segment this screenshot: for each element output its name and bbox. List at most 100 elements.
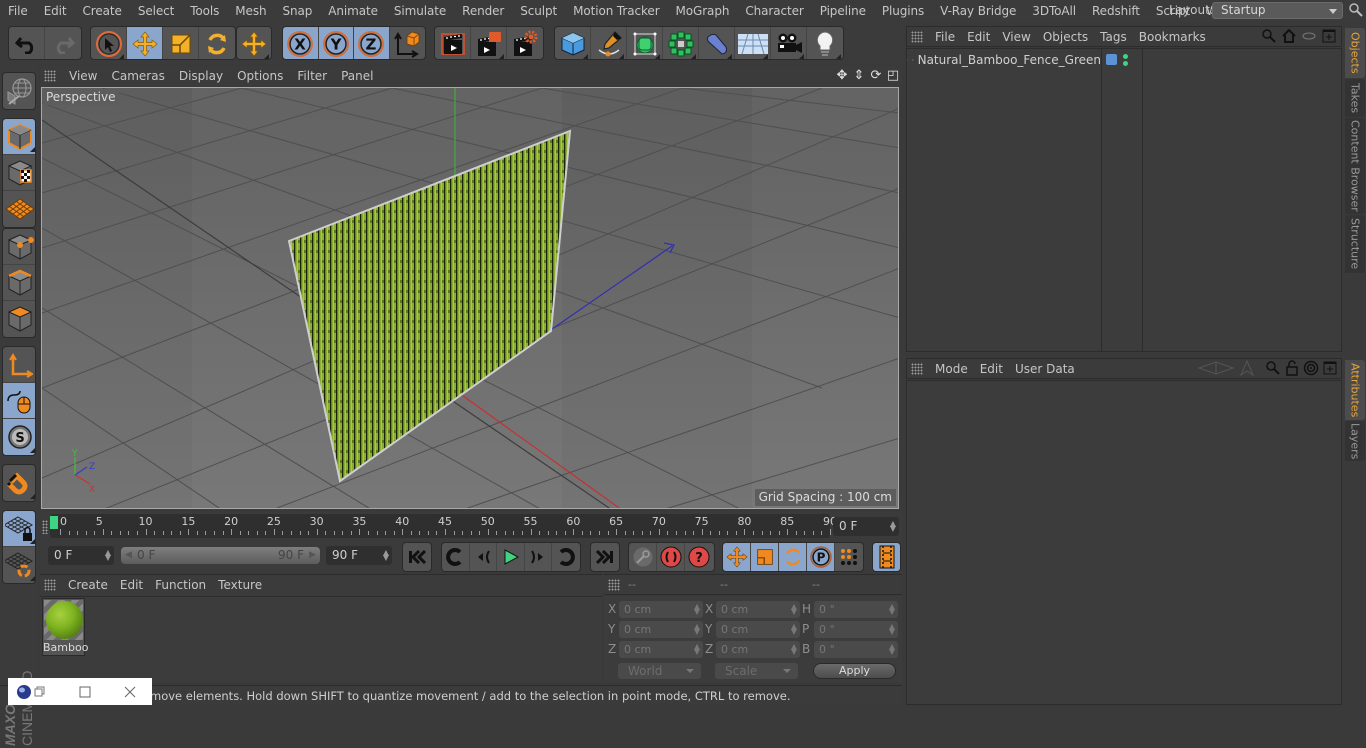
timeline-window-button[interactable] <box>873 543 900 571</box>
object-row[interactable]: 0 Natural_Bamboo_Fence_Green <box>907 50 1101 70</box>
tab-attributes[interactable]: Attributes <box>1345 360 1365 420</box>
lock-icon[interactable] <box>1285 360 1299 376</box>
spinner-icon[interactable]: ▲ ▼ <box>889 603 895 616</box>
light-button[interactable] <box>807 27 843 59</box>
object-menu-tags[interactable]: Tags <box>1094 30 1133 44</box>
spinner-icon[interactable]: ▲ ▼ <box>105 549 111 562</box>
attribute-menu-mode[interactable]: Mode <box>929 362 974 376</box>
material-menu-create[interactable]: Create <box>62 578 114 592</box>
key-rotation-button[interactable] <box>779 543 807 571</box>
spinner-icon[interactable]: ▲ ▼ <box>791 603 797 616</box>
object-name[interactable]: Natural_Bamboo_Fence_Green <box>918 53 1101 67</box>
close-icon[interactable] <box>124 686 136 698</box>
go-to-end-button[interactable] <box>591 543 619 571</box>
render-view-button[interactable] <box>435 27 471 59</box>
viewport-menu-cameras[interactable]: Cameras <box>104 69 171 83</box>
search-icon[interactable] <box>1261 28 1277 44</box>
object-menu-view[interactable]: View <box>996 30 1036 44</box>
menu-mesh[interactable]: Mesh <box>227 4 274 18</box>
next-key-button[interactable] <box>552 543 580 571</box>
object-menu-objects[interactable]: Objects <box>1037 30 1094 44</box>
prev-frame-button[interactable] <box>470 543 498 571</box>
panel-grip-icon[interactable] <box>608 578 620 591</box>
filter-icon[interactable] <box>1301 28 1317 44</box>
menu-snap[interactable]: Snap <box>275 4 321 18</box>
rotation-field[interactable]: 0 ° ▲ ▼ <box>814 601 898 618</box>
redo-button[interactable] <box>45 27 81 59</box>
size-field[interactable]: 0 cm ▲ ▼ <box>716 621 800 638</box>
menu-motion-tracker[interactable]: Motion Tracker <box>565 4 667 18</box>
workplane-rotate-button[interactable] <box>3 547 35 583</box>
y-axis-button[interactable]: Y <box>318 27 354 59</box>
back-nav-icon[interactable] <box>1197 360 1235 376</box>
next-frame-button[interactable] <box>525 543 553 571</box>
axis-mode-button[interactable] <box>3 347 35 383</box>
spinner-icon[interactable]: ▲ ▼ <box>694 643 700 656</box>
spinner-icon[interactable]: ▲ ▼ <box>791 623 797 636</box>
tab-content-browser[interactable]: Content Browser <box>1345 118 1365 214</box>
tweak-mode-button[interactable] <box>3 383 35 419</box>
menu-vray-bridge[interactable]: V-Ray Bridge <box>932 4 1024 18</box>
pan-view-icon[interactable]: ✥ <box>835 67 849 83</box>
position-field[interactable]: 0 cm ▲ ▼ <box>619 601 703 618</box>
menu-redshift[interactable]: Redshift <box>1084 4 1148 18</box>
maximize-icon[interactable] <box>79 686 91 698</box>
menu-mograph[interactable]: MoGraph <box>668 4 738 18</box>
polygons-mode-button[interactable] <box>3 301 35 337</box>
camera-label[interactable]: Perspective <box>43 89 119 105</box>
move-tool-button[interactable] <box>127 27 163 59</box>
timeline-ruler[interactable]: 0 5 10 15 20 25 30 35 40 45 50 55 60 65 70 75 80 85 90 <box>50 514 837 538</box>
tab-layers[interactable]: Layers <box>1345 421 1365 461</box>
size-mode-dropdown[interactable]: Scale <box>715 663 798 679</box>
material-menu-edit[interactable]: Edit <box>114 578 149 592</box>
spinner-icon[interactable]: ▲ ▼ <box>890 520 896 533</box>
key-pla-button[interactable] <box>835 543 863 571</box>
size-field[interactable]: 0 cm ▲ ▼ <box>716 601 800 618</box>
make-editable-button[interactable] <box>3 73 35 109</box>
position-field[interactable]: 0 cm ▲ ▼ <box>619 641 703 658</box>
render-settings-button[interactable] <box>507 27 543 59</box>
viewport-menu-view[interactable]: View <box>62 69 104 83</box>
attribute-menu-edit[interactable]: Edit <box>974 362 1009 376</box>
select-tool-button[interactable] <box>91 27 127 59</box>
menu-simulate[interactable]: Simulate <box>386 4 454 18</box>
panel-grip-icon[interactable] <box>44 579 56 591</box>
menu-character[interactable]: Character <box>737 4 811 18</box>
target-icon[interactable] <box>1303 360 1319 376</box>
material-menu-function[interactable]: Function <box>149 578 212 592</box>
cloner-button[interactable] <box>663 27 699 59</box>
viewport-menu-filter[interactable]: Filter <box>290 69 334 83</box>
layer-color-tag[interactable] <box>1106 54 1117 65</box>
range-right-arrow-icon[interactable]: ▶ <box>309 547 316 564</box>
key-scale-button[interactable] <box>751 543 779 571</box>
menu-file[interactable]: File <box>0 4 36 18</box>
position-field[interactable]: 0 cm ▲ ▼ <box>619 621 703 638</box>
menu-pipeline[interactable]: Pipeline <box>812 4 874 18</box>
orbit-view-icon[interactable]: ⟳ <box>869 67 883 83</box>
perspective-viewport[interactable]: Y Z X Perspective Grid Spacing : 100 cm <box>41 87 899 509</box>
deformer-button[interactable] <box>699 27 735 59</box>
pen-button[interactable] <box>591 27 627 59</box>
workplane-mode-button[interactable] <box>3 191 35 227</box>
solo-mode-button[interactable]: S <box>3 419 35 455</box>
expand-icon[interactable] <box>907 54 909 66</box>
restore-icon[interactable] <box>34 686 46 698</box>
spinner-icon[interactable]: ▲ ▼ <box>889 643 895 656</box>
texture-mode-button[interactable] <box>3 155 35 191</box>
new-panel-icon[interactable] <box>1323 361 1337 375</box>
spinner-icon[interactable]: ▲ ▼ <box>791 643 797 656</box>
coordinate-system-button[interactable] <box>390 27 425 59</box>
zoom-view-icon[interactable]: ⇕ <box>852 67 866 83</box>
up-nav-icon[interactable] <box>1239 360 1255 376</box>
current-frame-field[interactable]: 0 F ▲ ▼ <box>833 517 899 536</box>
search-icon[interactable] <box>1349 3 1363 17</box>
tab-structure[interactable]: Structure <box>1345 215 1365 273</box>
viewport-menu-panel[interactable]: Panel <box>334 69 380 83</box>
edges-mode-button[interactable] <box>3 265 35 301</box>
spinner-icon[interactable]: ▲ ▼ <box>694 603 700 616</box>
menu-sculpt[interactable]: Sculpt <box>512 4 565 18</box>
object-menu-bookmarks[interactable]: Bookmarks <box>1133 30 1212 44</box>
material-menu-texture[interactable]: Texture <box>212 578 268 592</box>
editor-visibility-dot[interactable] <box>1123 54 1128 59</box>
scale-tool-button[interactable] <box>163 27 199 59</box>
